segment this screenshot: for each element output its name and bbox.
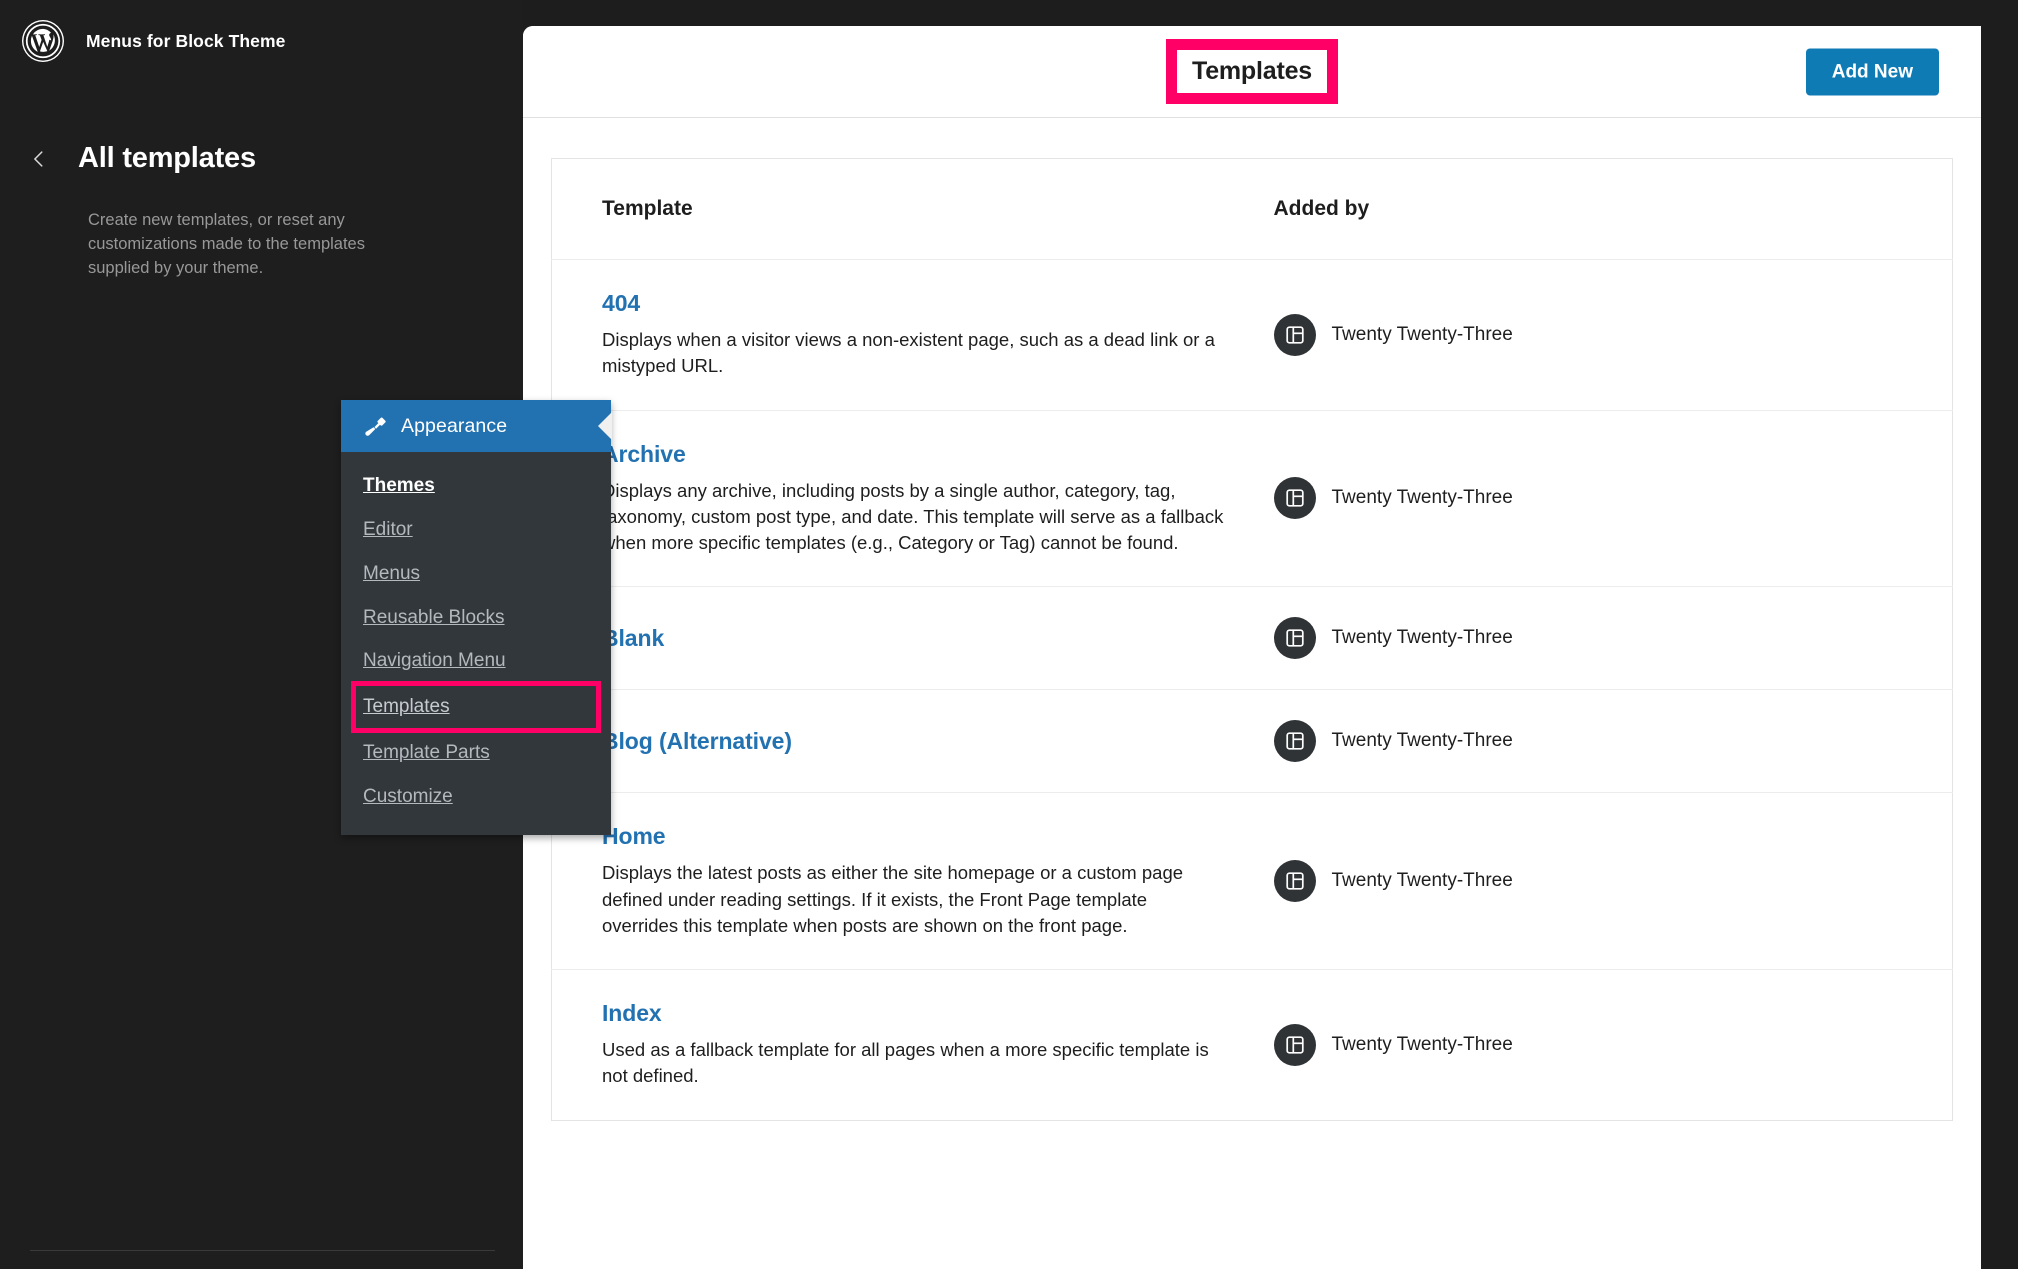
added-by: Twenty Twenty-Three: [1274, 314, 1953, 356]
column-header-template: Template: [552, 159, 1224, 260]
cell-added-by: Twenty Twenty-Three: [1224, 260, 1953, 411]
cell-added-by: Twenty Twenty-Three: [1224, 793, 1953, 970]
added-by-name: Twenty Twenty-Three: [1332, 870, 1513, 892]
cell-template: Blog (Alternative): [552, 690, 1224, 793]
appearance-flyout-menu: Appearance Themes Editor Menus Reusable …: [341, 400, 611, 835]
panel-body: Template Added by 404 Displays when a vi…: [523, 118, 1981, 1269]
cell-template: Index Used as a fallback template for al…: [552, 970, 1224, 1121]
menu-item-navigation-menu[interactable]: Navigation Menu: [341, 639, 611, 683]
paintbrush-icon: [363, 414, 387, 438]
back-to-dashboard-row[interactable]: All templates: [0, 142, 523, 175]
menu-pointer-notch: [598, 412, 612, 440]
template-link-404[interactable]: 404: [602, 290, 640, 317]
added-by-name: Twenty Twenty-Three: [1332, 324, 1513, 346]
template-link-archive[interactable]: Archive: [602, 441, 686, 468]
menu-item-editor[interactable]: Editor: [341, 508, 611, 552]
menu-item-templates[interactable]: Templates: [341, 685, 611, 729]
template-layout-icon: [1274, 617, 1316, 659]
template-description: Displays the latest posts as either the …: [602, 860, 1224, 939]
added-by-name: Twenty Twenty-Three: [1332, 487, 1513, 509]
template-layout-icon: [1274, 720, 1316, 762]
cell-template: Home Displays the latest posts as either…: [552, 793, 1224, 970]
cell-template: Blank: [552, 587, 1224, 690]
added-by: Twenty Twenty-Three: [1274, 617, 1953, 659]
template-description: Displays any archive, including posts by…: [602, 478, 1224, 557]
table-row: 404 Displays when a visitor views a non-…: [552, 260, 1953, 411]
menu-item-menus[interactable]: Menus: [341, 552, 611, 596]
templates-table-head: Template Added by: [552, 159, 1953, 260]
cell-added-by: Twenty Twenty-Three: [1224, 410, 1953, 587]
wordpress-logo-icon[interactable]: [22, 20, 64, 62]
template-link-home[interactable]: Home: [602, 823, 666, 850]
menu-item-template-parts[interactable]: Template Parts: [341, 731, 611, 775]
table-header-row: Template Added by: [552, 159, 1953, 260]
templates-table: Template Added by 404 Displays when a vi…: [551, 158, 1953, 1121]
main-page-title: Templates: [1192, 57, 1312, 85]
table-row: Archive Displays any archive, including …: [552, 410, 1953, 587]
template-layout-icon: [1274, 314, 1316, 356]
template-layout-icon: [1274, 860, 1316, 902]
added-by: Twenty Twenty-Three: [1274, 477, 1953, 519]
template-link-blog-alternative[interactable]: Blog (Alternative): [602, 728, 792, 755]
cell-template: 404 Displays when a visitor views a non-…: [552, 260, 1224, 411]
sidebar-description: Create new templates, or reset any custo…: [0, 209, 523, 281]
template-link-blank[interactable]: Blank: [602, 625, 664, 652]
chevron-left-icon[interactable]: [26, 146, 52, 172]
menu-item-reusable-blocks[interactable]: Reusable Blocks: [341, 596, 611, 640]
cell-added-by: Twenty Twenty-Three: [1224, 690, 1953, 793]
cell-added-by: Twenty Twenty-Three: [1224, 587, 1953, 690]
app-root: Menus for Block Theme All templates Crea…: [0, 0, 2018, 1269]
template-description: Used as a fallback template for all page…: [602, 1037, 1224, 1090]
appearance-menu-header[interactable]: Appearance: [341, 400, 611, 452]
page-title: All templates: [78, 142, 256, 175]
column-header-added-by: Added by: [1224, 159, 1953, 260]
menu-item-themes[interactable]: Themes: [341, 464, 611, 508]
template-description: Displays when a visitor views a non-exis…: [602, 327, 1224, 380]
added-by-name: Twenty Twenty-Three: [1332, 730, 1513, 752]
template-layout-icon: [1274, 1024, 1316, 1066]
table-row: Index Used as a fallback template for al…: [552, 970, 1953, 1121]
appearance-menu-list: Themes Editor Menus Reusable Blocks Navi…: [341, 452, 611, 835]
appearance-menu-header-label: Appearance: [401, 415, 507, 438]
main-panel: Templates Add New Template Added by 404 …: [523, 26, 1981, 1269]
page-title-highlight: Templates: [1166, 49, 1338, 94]
added-by: Twenty Twenty-Three: [1274, 860, 1953, 902]
added-by-name: Twenty Twenty-Three: [1332, 627, 1513, 649]
brand-title: Menus for Block Theme: [86, 31, 286, 52]
cell-template: Archive Displays any archive, including …: [552, 410, 1224, 587]
template-link-index[interactable]: Index: [602, 1000, 662, 1027]
table-row: Home Displays the latest posts as either…: [552, 793, 1953, 970]
menu-item-templates-highlight: Templates: [341, 685, 611, 729]
table-row: Blog (Alternative): [552, 690, 1953, 793]
added-by: Twenty Twenty-Three: [1274, 720, 1953, 762]
brand-bar: Menus for Block Theme: [0, 0, 523, 64]
cell-added-by: Twenty Twenty-Three: [1224, 970, 1953, 1121]
templates-table-body: 404 Displays when a visitor views a non-…: [552, 260, 1953, 1121]
added-by-name: Twenty Twenty-Three: [1332, 1034, 1513, 1056]
sidebar-divider: [30, 1250, 495, 1251]
table-row: Blank Tw: [552, 587, 1953, 690]
add-new-button[interactable]: Add New: [1806, 48, 1939, 95]
menu-item-customize[interactable]: Customize: [341, 775, 611, 819]
template-layout-icon: [1274, 477, 1316, 519]
main-header: Templates Add New: [523, 26, 1981, 118]
added-by: Twenty Twenty-Three: [1274, 1024, 1953, 1066]
